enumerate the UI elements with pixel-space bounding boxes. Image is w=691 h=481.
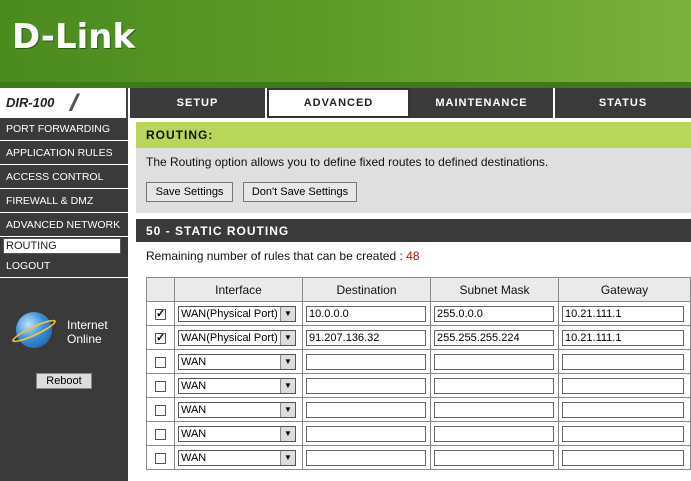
- reboot-button[interactable]: Reboot: [36, 373, 92, 389]
- interface-select[interactable]: WAN(Physical Port) ▼: [178, 329, 296, 346]
- interface-select[interactable]: WAN ▼: [178, 353, 296, 370]
- subnet-mask-input[interactable]: [434, 377, 554, 394]
- gateway-input[interactable]: 10.21.111.1: [562, 305, 684, 322]
- gateway-input[interactable]: [562, 401, 684, 418]
- routing-section: ROUTING: The Routing option allows you t…: [136, 122, 691, 213]
- table-row: WAN(Physical Port)▼ 91.207.136.32 255.255.…: [146, 325, 691, 350]
- interface-value: WAN(Physical Port): [181, 331, 278, 344]
- interface-select[interactable]: WAN ▼: [178, 401, 296, 418]
- tab-status[interactable]: STATUS: [555, 88, 691, 118]
- table-row: WAN ▼: [146, 349, 691, 374]
- dropdown-arrow-icon[interactable]: ▼: [280, 330, 295, 345]
- header-gateway: Gateway: [558, 277, 691, 302]
- static-routing-title: 50 - STATIC ROUTING: [136, 219, 691, 242]
- enable-checkbox[interactable]: [155, 452, 166, 464]
- dont-save-settings-button[interactable]: Don't Save Settings: [243, 182, 357, 202]
- destination-input[interactable]: 10.0.0.0: [306, 305, 426, 322]
- routing-title: ROUTING:: [136, 122, 691, 148]
- header-subnet-mask: Subnet Mask: [430, 277, 559, 302]
- subnet-mask-input[interactable]: [434, 449, 554, 466]
- sidebar-item-advanced-network[interactable]: Advanced Network: [0, 214, 128, 237]
- table-row: WAN ▼: [146, 421, 691, 446]
- enable-checkbox[interactable]: [155, 356, 166, 368]
- sidebar: Port Forwarding Application Rules Access…: [0, 118, 128, 481]
- static-routing-table: Interface Destination Subnet Mask Gatewa…: [146, 277, 691, 470]
- interface-select[interactable]: WAN(Physical Port) ▼: [178, 305, 296, 322]
- dropdown-arrow-icon[interactable]: ▼: [280, 402, 295, 417]
- destination-input[interactable]: [306, 401, 426, 418]
- internet-label: Internet: [67, 318, 108, 332]
- remaining-label: Remaining number of rules that can be cr…: [146, 249, 407, 263]
- gateway-input[interactable]: [562, 353, 684, 370]
- enable-checkbox[interactable]: [155, 404, 166, 416]
- subnet-mask-input[interactable]: [434, 353, 554, 370]
- internet-status: Internet Online: [10, 312, 116, 352]
- save-settings-button[interactable]: Save Settings: [146, 182, 233, 202]
- destination-input[interactable]: 91.207.136.32: [306, 329, 426, 346]
- table-row: WAN ▼: [146, 445, 691, 470]
- enable-checkbox[interactable]: [155, 428, 166, 440]
- subnet-mask-input[interactable]: 255.255.255.224: [434, 329, 554, 346]
- sidebar-item-firewall-dmz[interactable]: Firewall & DMZ: [0, 190, 128, 213]
- routing-box: ROUTING: The Routing option allows you t…: [136, 122, 691, 213]
- header-enable: [146, 277, 175, 302]
- gateway-input[interactable]: [562, 377, 684, 394]
- header-interface: Interface: [174, 277, 303, 302]
- gateway-input[interactable]: 10.21.111.1: [562, 329, 684, 346]
- table-row: WAN ▼: [146, 397, 691, 422]
- sidebar-item-application-rules[interactable]: Application Rules: [0, 142, 128, 165]
- sidebar-item-routing[interactable]: Routing: [3, 238, 121, 254]
- table-row: WAN(Physical Port)▼ 10.0.0.0 255.0.0.0 10.2…: [146, 301, 691, 326]
- remaining-count: 48: [406, 249, 420, 263]
- model-badge: DIR-100 ///: [0, 88, 128, 118]
- destination-input[interactable]: [306, 449, 426, 466]
- subnet-mask-input[interactable]: [434, 425, 554, 442]
- tab-setup[interactable]: SETUP: [130, 88, 267, 118]
- gateway-input[interactable]: [562, 425, 684, 442]
- tab-advanced[interactable]: ADVANCED: [267, 88, 410, 118]
- online-label: Online: [67, 332, 102, 346]
- dropdown-arrow-icon[interactable]: ▼: [280, 426, 295, 441]
- interface-value: WAN: [181, 427, 207, 440]
- interface-value: WAN: [181, 379, 207, 392]
- dropdown-arrow-icon[interactable]: ▼: [280, 378, 295, 393]
- gateway-input[interactable]: [562, 449, 684, 466]
- interface-select[interactable]: WAN ▼: [178, 425, 296, 442]
- interface-value: WAN(Physical Port): [181, 307, 278, 320]
- dropdown-arrow-icon[interactable]: ▼: [280, 450, 295, 465]
- sidebar-item-port-forwarding[interactable]: Port Forwarding: [0, 118, 128, 141]
- header-banner: D-Link: [0, 0, 691, 88]
- interface-select[interactable]: WAN ▼: [178, 377, 296, 394]
- sidebar-item-access-control[interactable]: Access Control: [0, 166, 128, 189]
- header-destination: Destination: [302, 277, 431, 302]
- routing-description: The Routing option allows you to define …: [146, 155, 549, 169]
- table-row: WAN ▼: [146, 373, 691, 398]
- model-name: DIR-100: [6, 95, 55, 110]
- top-tabs: SETUP ADVANCED MAINTENANCE STATUS: [130, 88, 691, 118]
- enable-checkbox[interactable]: [155, 307, 166, 320]
- destination-input[interactable]: [306, 377, 426, 394]
- destination-input[interactable]: [306, 353, 426, 370]
- interface-value: WAN: [181, 355, 207, 368]
- interface-select[interactable]: WAN ▼: [178, 449, 296, 466]
- interface-value: WAN: [181, 451, 207, 464]
- dropdown-arrow-icon[interactable]: ▼: [280, 354, 295, 369]
- dropdown-arrow-icon[interactable]: ▼: [280, 306, 295, 321]
- subnet-mask-input[interactable]: [434, 401, 554, 418]
- globe-icon: [10, 312, 58, 348]
- model-slashes: ///: [70, 90, 78, 117]
- remaining-rules: Remaining number of rules that can be cr…: [146, 249, 420, 263]
- tab-maintenance[interactable]: MAINTENANCE: [410, 88, 555, 118]
- subnet-mask-input[interactable]: 255.0.0.0: [434, 305, 554, 322]
- dlink-logo: D-Link: [12, 17, 136, 57]
- enable-checkbox[interactable]: [155, 380, 166, 392]
- sidebar-item-logout[interactable]: Logout: [0, 255, 128, 278]
- enable-checkbox[interactable]: [155, 331, 166, 344]
- interface-value: WAN: [181, 403, 207, 416]
- destination-input[interactable]: [306, 425, 426, 442]
